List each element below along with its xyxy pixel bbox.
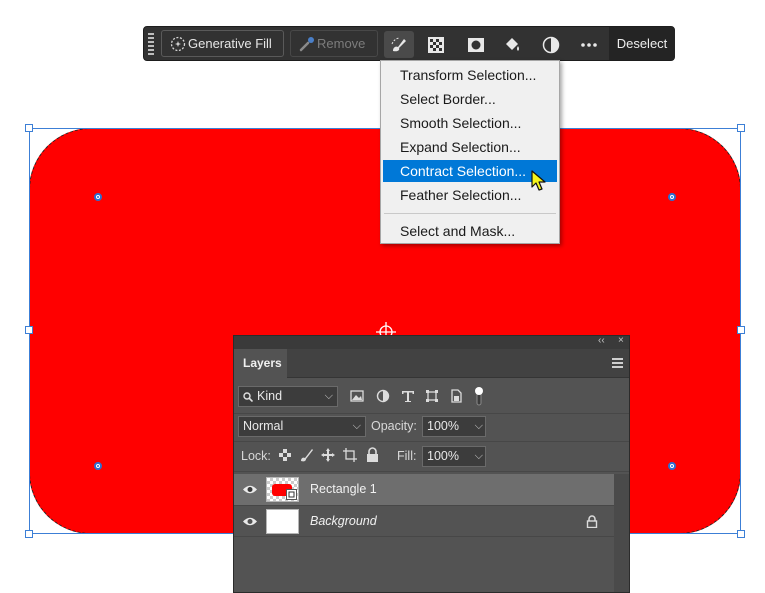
document-canvas[interactable]: Generative Fill Remove Deselect Transfor… [0,0,765,593]
layer-name[interactable]: Rectangle 1 [310,482,377,496]
layer-name[interactable]: Background [310,514,377,528]
corner-radius-anchor-top-left[interactable] [94,193,102,201]
chevron-down-icon: ⌵ [352,420,361,432]
divider [234,441,629,442]
search-icon [243,392,253,402]
modify-selection-menu: Transform Selection... Select Border... … [380,60,560,244]
filter-smart-object-icon[interactable] [449,389,463,403]
more-options-button[interactable] [574,31,604,58]
mask-icon [468,37,484,52]
generative-fill-button[interactable]: Generative Fill [161,30,284,57]
menu-separator [384,213,556,214]
menu-item-transform-selection[interactable]: Transform Selection... [383,64,557,86]
mask-pattern-button[interactable] [421,31,451,58]
menu-item-smooth-selection[interactable]: Smooth Selection... [383,112,557,134]
close-panel-icon[interactable]: × [618,335,624,346]
lock-transparent-pixels-icon[interactable] [278,448,292,462]
handle-bottom-left[interactable] [25,530,33,538]
divider [234,471,629,472]
visibility-eye-icon[interactable] [242,484,258,495]
panel-menu-icon[interactable] [612,358,623,368]
filter-shape-icon[interactable] [425,389,439,403]
fill-selection-button[interactable] [497,31,527,58]
shape-layer-badge-icon [286,489,297,500]
blend-mode-value: Normal [243,419,284,433]
fill-field[interactable]: 100% ⌵ [422,446,486,467]
filter-toggle-icon[interactable] [474,386,484,406]
lock-label: Lock: [241,449,271,463]
chevron-down-icon[interactable]: ⌵ [475,447,483,466]
menu-item-select-border[interactable]: Select Border... [383,88,557,110]
layer-thumbnail-shape [266,477,299,502]
mouse-pointer-icon [531,170,546,191]
opacity-field[interactable]: 100% ⌵ [422,416,486,437]
generative-fill-icon [170,36,186,52]
handle-bottom-right[interactable] [737,530,745,538]
chevron-down-icon[interactable]: ⌵ [475,417,483,436]
handle-top-left[interactable] [25,124,33,132]
adjustment-icon [542,36,560,53]
remove-button[interactable]: Remove [290,30,378,57]
layer-lock-icon[interactable] [586,515,598,528]
corner-radius-anchor-bottom-right[interactable] [668,462,676,470]
menu-item-expand-selection[interactable]: Expand Selection... [383,136,557,158]
lock-position-icon[interactable] [321,448,335,462]
remove-label: Remove [317,36,366,51]
remove-brush-icon [299,37,314,52]
filter-pixel-icon[interactable] [350,389,364,403]
layers-scrollbar[interactable] [614,474,629,592]
filter-adjustment-icon[interactable] [376,389,390,403]
filter-type-icon[interactable] [401,389,415,403]
chevron-down-icon: ⌵ [324,390,333,402]
layers-panel: ‹‹ × Layers Kind ⌵ Normal ⌵ Opacity: 100… [233,335,630,593]
corner-radius-anchor-bottom-left[interactable] [94,462,102,470]
handle-middle-right[interactable] [737,326,745,334]
opacity-label: Opacity: [371,419,417,433]
deselect-button[interactable]: Deselect [609,27,675,60]
handle-top-right[interactable] [737,124,745,132]
layer-thumbnail-background [266,509,299,534]
divider [234,413,629,414]
modify-selection-button[interactable] [384,31,414,58]
lock-all-icon[interactable] [366,447,379,462]
fill-value: 100% [427,449,459,463]
generative-fill-label: Generative Fill [188,36,272,51]
layer-row[interactable]: Background [234,506,614,537]
adjustment-layer-button[interactable] [536,31,566,58]
menu-item-select-and-mask[interactable]: Select and Mask... [383,220,557,242]
tab-layers[interactable]: Layers [234,349,287,378]
opacity-value: 100% [427,419,459,433]
handle-middle-left[interactable] [25,326,33,334]
filter-type-select[interactable]: Kind ⌵ [238,386,338,407]
corner-radius-anchor-top-right[interactable] [668,193,676,201]
lock-image-pixels-icon[interactable] [300,448,314,462]
modify-selection-icon [391,37,406,51]
fill-label: Fill: [397,449,417,463]
mask-pattern-icon [428,36,444,53]
more-icon [581,42,597,47]
lock-artboard-icon[interactable] [343,448,357,462]
blend-mode-select[interactable]: Normal ⌵ [238,416,366,437]
collapse-panel-icon[interactable]: ‹‹ [598,335,605,346]
visibility-eye-icon[interactable] [242,516,258,527]
fill-icon [506,37,519,51]
drag-grip-icon[interactable] [148,33,154,56]
layer-row[interactable]: Rectangle 1 [234,474,614,505]
panel-tab-bar: Layers [234,349,629,378]
filter-kind-label: Kind [257,389,283,403]
contextual-task-bar: Generative Fill Remove Deselect [143,26,675,61]
panel-title-bar[interactable]: ‹‹ × [234,335,629,349]
add-mask-button[interactable] [461,31,491,58]
divider [234,536,614,537]
